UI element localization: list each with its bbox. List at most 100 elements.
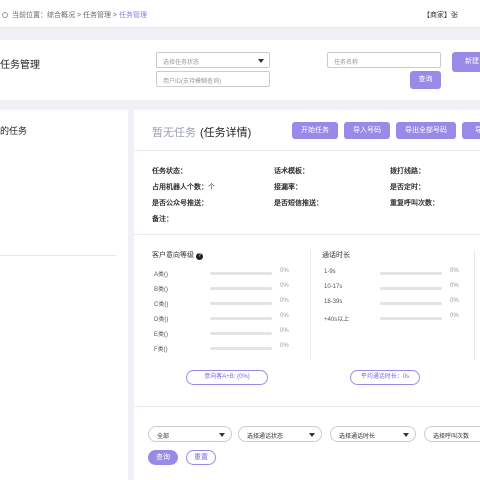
task-status-label: 任务状态： <box>152 168 187 175</box>
call-duration-title: 通话时长 <box>322 252 350 259</box>
breadcrumb-current: 任务管理 <box>118 12 147 19</box>
call-duration-progress-track <box>380 272 442 275</box>
avg-duration-pill: 平均通话时长：0s <box>350 370 420 385</box>
breadcrumb-item-task-management[interactable]: 任务管理 <box>83 12 111 19</box>
task-detail-panel: 暂无任务 (任务详情) 开始任务 导入号码 导出全部号码 导出 任务状态： 占用机… <box>128 110 480 480</box>
intent-level-row-percent: 0% <box>280 328 289 334</box>
call-duration-row: 18-39s 0% <box>324 298 470 308</box>
scheduled-label: 是否定时： <box>390 184 425 191</box>
miss-rate-label: 接漏率： <box>274 184 302 191</box>
reset-button[interactable]: 重置 <box>186 450 216 465</box>
call-duration-row-label: 1-9s <box>324 269 336 275</box>
call-duration-row-percent: 0% <box>450 268 459 274</box>
intent-level-progress-track <box>210 302 272 305</box>
intent-summary-pill: 意向客A+B: (0%) <box>186 370 268 385</box>
intent-level-title: 客户意向等级? <box>152 250 203 260</box>
new-task-button[interactable]: 新建 <box>452 52 480 72</box>
intent-level-row-percent: 0% <box>280 298 289 304</box>
intent-level-progress-track <box>210 272 272 275</box>
intent-level-row-label: F类() <box>154 347 168 353</box>
call-duration-row-label: 18-39s <box>324 299 343 305</box>
intent-level-row: B类() 0% <box>154 283 300 293</box>
sidebar-heading: 的任务 <box>0 126 28 136</box>
call-duration-row-label: +40s以上 <box>324 317 350 323</box>
call-status-select-value: 选择通话状态 <box>247 434 284 440</box>
task-sidebar: 的任务 <box>0 110 128 480</box>
bottom-query-button[interactable]: 查询 <box>148 450 178 465</box>
chevron-down-icon <box>258 59 264 63</box>
script-template-label: 话术模板： <box>274 168 309 175</box>
chevron-down-icon <box>219 433 225 437</box>
call-duration-row: 1-9s 0% <box>324 268 470 278</box>
intent-level-row: E类() 0% <box>154 328 300 338</box>
intent-level-row-label: D类() <box>154 317 169 323</box>
intent-level-row: F类() 0% <box>154 343 300 353</box>
sidebar-divider <box>0 255 116 256</box>
call-duration-select-value: 选择通话时长 <box>339 434 376 440</box>
call-duration-progress-track <box>380 287 442 290</box>
intent-level-title-text: 客户意向等级 <box>152 252 194 259</box>
all-filter-select[interactable]: 全部 <box>148 426 232 442</box>
intent-level-row-percent: 0% <box>280 313 289 319</box>
breadcrumb: 当前位置：综合概况 > 任务管理 > 任务管理 <box>2 10 147 20</box>
divider <box>134 234 480 235</box>
call-count-select[interactable]: 选择呼叫次数 <box>424 426 480 442</box>
divider <box>134 150 480 151</box>
call-duration-row-percent: 0% <box>450 298 459 304</box>
call-duration-progress-track <box>380 317 442 320</box>
intent-level-row-percent: 0% <box>280 343 289 349</box>
intent-level-row: C类() 0% <box>154 298 300 308</box>
help-icon[interactable]: ? <box>196 253 203 260</box>
intent-level-row: D类() 0% <box>154 313 300 323</box>
breadcrumb-separator: > <box>75 12 83 19</box>
chevron-down-icon <box>309 433 315 437</box>
section-divider <box>474 250 475 360</box>
breadcrumb-prefix: 当前位置： <box>12 12 47 19</box>
call-count-select-value: 选择呼叫次数 <box>433 434 470 440</box>
filter-bar: 任务管理 选择任务状态 用户ID(支持模糊查询) 任务名称 查询 新建 <box>0 40 480 100</box>
task-title-suffix: (任务详情) <box>200 127 252 139</box>
intent-level-progress-track <box>210 317 272 320</box>
user-id-input[interactable]: 用户ID(支持模糊查询) <box>156 71 270 87</box>
intent-level-row-percent: 0% <box>280 283 289 289</box>
call-duration-select[interactable]: 选择通话时长 <box>330 426 416 442</box>
intent-level-row: A类() 0% <box>154 268 300 278</box>
breadcrumb-item-overview[interactable]: 综合概况 <box>47 12 75 19</box>
call-status-select[interactable]: 选择通话状态 <box>238 426 322 442</box>
user-name[interactable]: 【商家】张 <box>423 10 458 20</box>
export-button[interactable]: 导出 <box>462 122 480 139</box>
public-push-label: 是否公众号推送： <box>152 200 208 207</box>
start-task-button[interactable]: 开始任务 <box>292 122 338 139</box>
task-status-select-value: 选择任务状态 <box>163 60 200 66</box>
section-divider <box>310 250 311 360</box>
query-button[interactable]: 查询 <box>410 71 441 89</box>
intent-level-progress-track <box>210 332 272 335</box>
task-name-placeholder: 任务名称 <box>334 60 359 66</box>
intent-level-row-label: B类() <box>154 287 168 293</box>
call-duration-row-percent: 0% <box>450 283 459 289</box>
location-icon <box>2 12 8 18</box>
task-detail-title: 暂无任务 (任务详情) <box>152 124 251 140</box>
call-duration-row: +40s以上 0% <box>324 313 470 323</box>
divider <box>134 406 480 407</box>
call-duration-row-label: 10-17s <box>324 284 343 290</box>
intent-level-row-label: A类() <box>154 272 168 278</box>
export-all-numbers-button[interactable]: 导出全部号码 <box>396 122 456 139</box>
chevron-down-icon <box>403 433 409 437</box>
call-duration-progress-track <box>380 302 442 305</box>
breadcrumb-separator: > <box>110 12 119 19</box>
dial-line-label: 拨打线路： <box>390 168 425 175</box>
intent-level-row-percent: 0% <box>280 268 289 274</box>
robot-count-label: 占用机器人个数：个 <box>152 182 215 192</box>
intent-level-progress-track <box>210 347 272 350</box>
task-status-select[interactable]: 选择任务状态 <box>156 52 270 68</box>
task-title-empty: 暂无任务 <box>152 127 196 139</box>
remark-label: 备注： <box>152 216 173 223</box>
import-numbers-button[interactable]: 导入号码 <box>344 122 390 139</box>
intent-level-row-label: C类() <box>154 302 169 308</box>
robot-count-label-text: 占用机器人个数： <box>152 184 208 191</box>
call-duration-row: 10-17s 0% <box>324 283 470 293</box>
top-bar: 当前位置：综合概况 > 任务管理 > 任务管理 【商家】张 <box>0 0 480 28</box>
page-title: 任务管理 <box>0 60 40 71</box>
task-name-input[interactable]: 任务名称 <box>327 52 441 68</box>
